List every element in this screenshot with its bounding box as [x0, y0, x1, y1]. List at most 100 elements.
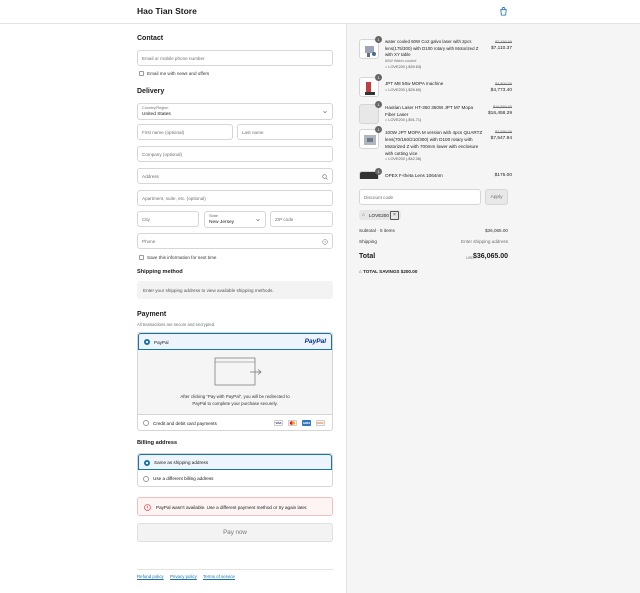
email-field[interactable]: Email or mobile phone number [137, 50, 333, 66]
billing-same-option[interactable]: Same as shipping address [138, 454, 332, 470]
billing-same-radio[interactable] [144, 459, 150, 466]
original-price: $7,150.00 [495, 40, 512, 44]
phone-field[interactable]: Phone ? [137, 233, 333, 249]
delivery-heading: Delivery [137, 88, 165, 95]
card-label: Credit and debit card payments [153, 420, 217, 426]
order-item: 1 water cooled 60W Co2 galvo laser with … [359, 36, 512, 69]
header: Hao Tian Store [0, 0, 640, 24]
contact-heading: Contact [137, 35, 164, 42]
country-select[interactable]: Country/Region United States [137, 103, 333, 120]
payment-subtitle: All transactions are secure and encrypte… [137, 322, 216, 327]
footer-divider [137, 569, 333, 570]
refund-policy-link[interactable]: Refund policy [137, 574, 164, 579]
billing-different-radio[interactable] [143, 475, 149, 482]
tag-icon: ⌂ [362, 211, 365, 217]
paypal-error-banner: PayPal wasn't available. Use a different… [137, 497, 333, 516]
search-icon [322, 174, 328, 180]
quantity-badge: 1 [375, 74, 382, 81]
quantity-badge: 1 [375, 126, 382, 133]
pay-now-button[interactable]: Pay now [137, 523, 333, 542]
item-price: $7,547.94 [490, 135, 512, 141]
save-info-checkbox[interactable] [139, 255, 144, 260]
paypal-option[interactable]: PayPal PayPal [138, 333, 332, 350]
shopping-bag-icon[interactable] [499, 7, 508, 16]
billing-heading: Billing address [137, 440, 178, 446]
original-price: $16,550.00 [492, 105, 512, 109]
browser-redirect-icon [214, 357, 262, 386]
paypal-error-message: PayPal wasn't available. Use a different… [156, 504, 308, 510]
order-item: 1 OPEX F-theta Lens 1064nm $175.00 [359, 168, 512, 179]
shipping-label: Shipping [359, 239, 377, 244]
product-name: OPEX F-theta Lens 1064nm [385, 173, 443, 178]
total-savings: ⌂ TOTAL SAVINGS $200.00 [359, 269, 418, 274]
order-item: 1 Haotian Laser HT-350 350W JPT M7 Mopa … [359, 101, 512, 124]
order-item: 1 100W JPT MOPA M version with 4pcs QUAR… [359, 126, 512, 163]
privacy-policy-link[interactable]: Privacy policy [170, 574, 197, 579]
discount-tag: ⌂ LOVE200 (-$91.71) [385, 118, 422, 122]
save-info-label: Save this information for next time [147, 255, 217, 260]
original-price: $4,800.00 [495, 82, 512, 86]
company-field[interactable]: Company (optional) [137, 146, 333, 162]
quantity-badge: 1 [375, 36, 382, 43]
shipping-method-notice: Enter your shipping address to view avai… [143, 287, 274, 293]
paypal-label: PayPal [154, 339, 169, 345]
discount-tag: ⌂ LOVE200 (-$39.63) [385, 65, 422, 69]
total-value: $36,065.00 [472, 253, 508, 260]
discover-icon: DISC [316, 420, 325, 426]
mastercard-icon [288, 420, 297, 426]
applied-discount-chip: ⌂ LOVE200 × [359, 210, 401, 220]
product-name: Haotian Laser HT-350 350W JPT M7 Mopa Fi… [385, 105, 474, 117]
product-variant: 60W Water-cooled [385, 59, 417, 63]
remove-discount-icon[interactable]: × [390, 210, 399, 220]
billing-different-option[interactable]: Use a different billing address [138, 470, 332, 487]
order-items-list: 1 water cooled 60W Co2 galvo laser with … [355, 33, 515, 179]
payment-options: PayPal PayPal After clicking “Pay with P… [137, 332, 333, 431]
billing-options: Same as shipping address Use a different… [137, 453, 333, 487]
order-item: 1 JPT M8 50w MOPA machine ⌂ LOVE200 (-$2… [359, 74, 512, 97]
news-label: Email me with news and offers [147, 71, 210, 76]
item-price: $7,110.37 [491, 45, 512, 51]
product-name: JPT M8 50w MOPA machine [385, 81, 444, 86]
paypal-redirect-text: After clicking “Pay with PayPal”, you wi… [180, 394, 290, 406]
first-name-field[interactable]: First name (optional) [137, 124, 233, 140]
zip-field[interactable]: ZIP code [270, 211, 333, 227]
paypal-radio[interactable] [144, 339, 150, 345]
visa-icon: VISA [274, 420, 283, 426]
discount-tag: ⌂ LOVE200 (-$42.06) [385, 157, 422, 161]
card-radio[interactable] [143, 420, 149, 426]
discount-tag: ⌂ LOVE200 (-$26.60) [385, 88, 422, 92]
billing-different-label: Use a different billing address [153, 476, 214, 481]
original-price: $7,590.00 [495, 130, 512, 134]
help-icon[interactable]: ? [322, 239, 328, 245]
news-checkbox[interactable] [139, 71, 144, 76]
terms-of-service-link[interactable]: Terms of service [203, 574, 235, 579]
product-name: water cooled 60W Co2 galvo laser with 2p… [385, 39, 479, 58]
chevron-down-icon [323, 110, 327, 114]
svg-text:?: ? [324, 240, 326, 244]
state-select[interactable]: State New Jersey [204, 211, 266, 228]
applied-discount-code: LOVE200 [369, 212, 389, 218]
total-label: Total [359, 253, 376, 260]
quantity-badge: 1 [375, 101, 382, 108]
address-field[interactable]: Address [137, 168, 333, 184]
payment-heading: Payment [137, 311, 167, 318]
paypal-redirect-panel: After clicking “Pay with PayPal”, you wi… [138, 350, 332, 414]
apply-discount-button[interactable]: Apply [485, 189, 508, 205]
paypal-logo: PayPal [304, 337, 326, 345]
shipping-value: Enter shipping address [461, 239, 508, 244]
discount-code-field[interactable]: Discount code [359, 189, 481, 205]
apartment-field[interactable]: Apartment, suite, etc. (optional) [137, 190, 333, 206]
quantity-badge: 1 [375, 168, 382, 175]
shipping-method-notice-box: Enter your shipping address to view avai… [137, 281, 333, 299]
item-price: $16,458.29 [487, 110, 512, 116]
item-price: $175.00 [494, 172, 512, 178]
amex-icon: AMEX [302, 420, 311, 426]
last-name-field[interactable]: Last name [237, 124, 333, 140]
city-field[interactable]: City [137, 211, 199, 227]
card-option[interactable]: Credit and debit card payments VISA AMEX… [138, 414, 332, 430]
store-name[interactable]: Hao Tian Store [137, 6, 197, 16]
subtotal-value: $36,065.00 [485, 228, 508, 233]
shipping-method-heading: Shipping method [137, 269, 183, 275]
item-price: $4,773.40 [490, 87, 512, 93]
chevron-down-icon [256, 218, 260, 222]
